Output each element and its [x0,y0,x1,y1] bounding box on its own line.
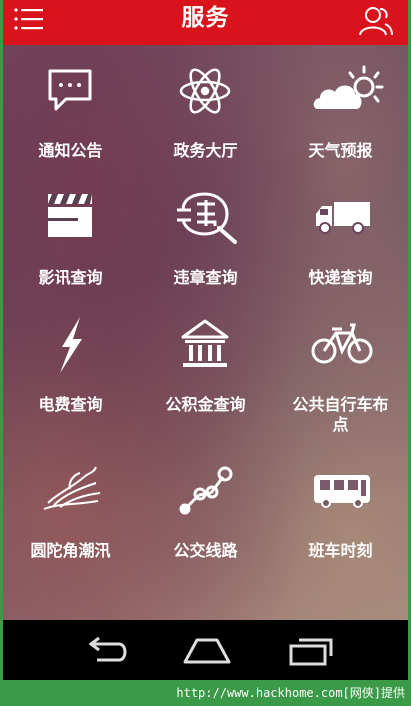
bicycle-icon [310,317,373,373]
service-label: 违章查询 [173,268,238,287]
clapperboard-icon [40,190,100,246]
service-label: 班车时刻 [308,541,373,560]
user-icon[interactable] [358,5,394,37]
service-label: 天气预报 [308,141,373,160]
service-label: 圆陀角潮汛 [30,541,111,560]
service-weather[interactable]: 天气预报 [273,45,408,170]
service-label: 电费查询 [38,395,103,414]
service-shuttle-schedule[interactable]: 班车时刻 [273,445,408,570]
header-bar: 服务 [3,0,408,45]
home-icon[interactable] [181,634,233,668]
service-government-hall[interactable]: 政务大厅 [138,45,273,170]
page-title: 服务 [181,5,230,31]
message-bubble-icon [40,63,100,119]
phone-screen: 服务 通知公告 政务大厅 天气预报 影讯查询 违章查询 快递查询 电费查询 公积… [3,0,408,680]
service-label: 快递查询 [308,268,373,287]
service-label: 通知公告 [38,141,103,160]
service-movie-info[interactable]: 影讯查询 [3,172,138,297]
service-label: 公积金查询 [165,395,246,414]
services-grid: 通知公告 政务大厅 天气预报 影讯查询 违章查询 快递查询 电费查询 公积金查询… [3,45,408,620]
service-label: 影讯查询 [38,268,103,287]
service-label: 公交线路 [173,541,238,560]
route-icon [175,463,235,519]
service-public-bicycle[interactable]: 公共自行车布点 [273,299,408,434]
source-watermark: http://www.hackhome.com[网侠]提供 [0,680,411,706]
back-icon[interactable] [81,634,133,668]
system-navigation-bar [3,620,408,680]
service-label: 公共自行车布点 [292,395,389,434]
violation-search-icon [175,190,237,246]
service-housing-fund[interactable]: 公积金查询 [138,299,273,424]
service-tide-info[interactable]: 圆陀角潮汛 [3,445,138,570]
service-express-tracking[interactable]: 快递查询 [273,172,408,297]
service-bus-routes[interactable]: 公交线路 [138,445,273,570]
wave-icon [40,463,101,519]
recent-apps-icon[interactable] [285,634,337,668]
service-violation-search[interactable]: 违章查询 [138,172,273,297]
bank-icon [175,317,235,373]
truck-icon [310,190,370,246]
atom-icon [175,63,235,119]
service-label: 政务大厅 [173,141,238,160]
service-notice[interactable]: 通知公告 [3,45,138,170]
bus-icon [310,463,370,519]
service-electricity-bill[interactable]: 电费查询 [3,299,138,424]
lightning-icon [40,317,100,373]
weather-icon [310,63,384,119]
